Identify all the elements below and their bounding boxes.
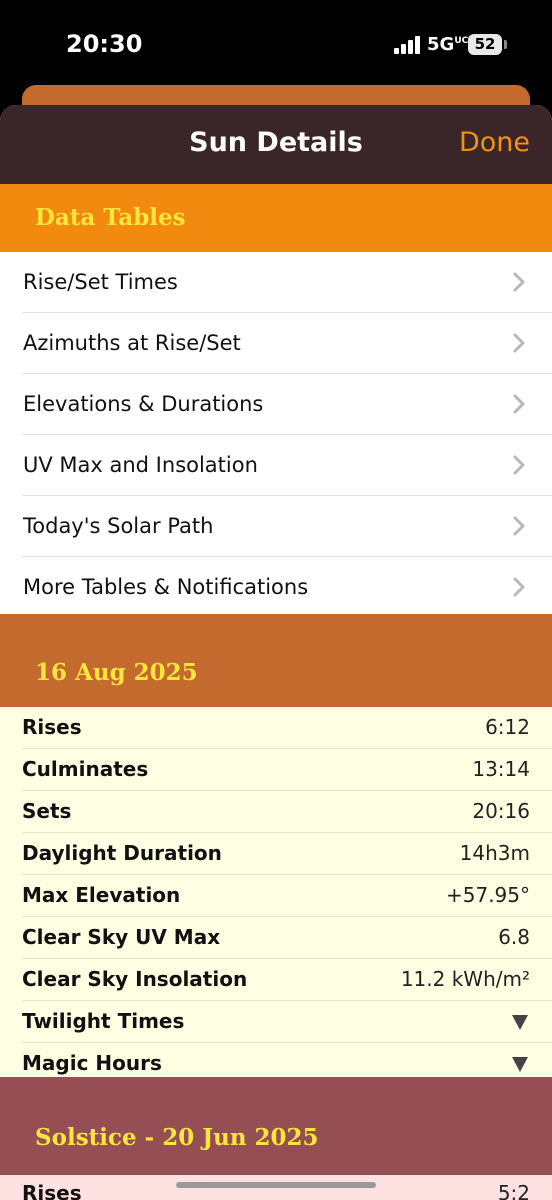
table-row: Sets 20:16 <box>22 791 552 833</box>
table-row: Rises 6:12 <box>22 707 552 749</box>
row-value: +57.95° <box>445 883 530 907</box>
menu-item-label: More Tables & Notifications <box>23 575 309 599</box>
sun-data-table: Rises 6:12 Culminates 13:14 Sets 20:16 D… <box>0 707 552 1077</box>
menu-item-label: Rise/Set Times <box>23 270 178 294</box>
table-row: Culminates 13:14 <box>22 749 552 791</box>
status-time: 20:30 <box>66 30 143 58</box>
row-value: 11.2 kWh/m² <box>400 967 530 991</box>
chevron-right-icon <box>513 394 525 414</box>
row-label: Clear Sky UV Max <box>22 925 221 949</box>
nav-bar: Sun Details Done <box>0 105 552 184</box>
row-label: Twilight Times <box>22 1009 185 1033</box>
table-row: Max Elevation +57.95° <box>22 875 552 917</box>
battery-icon: 52 <box>468 34 502 55</box>
table-row: Clear Sky UV Max 6.8 <box>22 917 552 959</box>
expand-triangle-icon <box>512 1015 528 1030</box>
menu-item-elevations-durations[interactable]: Elevations & Durations <box>22 374 552 435</box>
data-tables-title: Data Tables <box>35 204 186 231</box>
expand-triangle-icon <box>512 1057 528 1072</box>
menu-item-label: Azimuths at Rise/Set <box>23 331 241 355</box>
row-value: 6:12 <box>485 715 530 739</box>
menu-item-label: Elevations & Durations <box>23 392 264 416</box>
menu-item-more-tables[interactable]: More Tables & Notifications <box>22 557 552 617</box>
row-label: Culminates <box>22 757 149 781</box>
twilight-times-row[interactable]: Twilight Times <box>22 1001 552 1043</box>
network-label: 5G <box>427 34 455 55</box>
menu-item-azimuths[interactable]: Azimuths at Rise/Set <box>22 313 552 374</box>
chevron-right-icon <box>513 455 525 475</box>
data-tables-header: Data Tables <box>0 184 552 252</box>
status-bar: 20:30 5GUC 52 <box>0 0 552 90</box>
solstice-header: Solstice - 20 Jun 2025 <box>0 1077 552 1175</box>
row-label: Clear Sky Insolation <box>22 967 248 991</box>
row-label: Rises <box>22 1181 82 1200</box>
row-value: 6.8 <box>498 925 530 949</box>
chevron-right-icon <box>513 272 525 292</box>
row-label: Magic Hours <box>22 1051 162 1075</box>
row-label: Daylight Duration <box>22 841 222 865</box>
chevron-right-icon <box>513 333 525 353</box>
menu-item-uv-insolation[interactable]: UV Max and Insolation <box>22 435 552 496</box>
battery-level: 52 <box>474 35 496 53</box>
menu-item-solar-path[interactable]: Today's Solar Path <box>22 496 552 557</box>
battery-tip <box>504 40 507 49</box>
signal-icon <box>394 36 422 54</box>
network-sup: UC <box>454 36 469 46</box>
row-value: 13:14 <box>472 757 530 781</box>
row-label: Sets <box>22 799 72 823</box>
menu-item-label: UV Max and Insolation <box>23 453 258 477</box>
row-label: Max Elevation <box>22 883 181 907</box>
row-label: Rises <box>22 715 82 739</box>
row-value: 20:16 <box>472 799 530 823</box>
table-row: Daylight Duration 14h3m <box>22 833 552 875</box>
menu-item-rise-set-times[interactable]: Rise/Set Times <box>22 252 552 313</box>
network-indicator: 5GUC <box>427 34 468 55</box>
solstice-title: Solstice - 20 Jun 2025 <box>35 1124 319 1151</box>
chevron-right-icon <box>513 516 525 536</box>
date-title: 16 Aug 2025 <box>35 659 198 686</box>
date-header: 16 Aug 2025 <box>0 614 552 707</box>
row-value: 14h3m <box>459 841 530 865</box>
table-row: Clear Sky Insolation 11.2 kWh/m² <box>22 959 552 1001</box>
done-button[interactable]: Done <box>459 127 530 158</box>
sun-details-sheet: Sun Details Done Data Tables Rise/Set Ti… <box>0 105 552 1200</box>
chevron-right-icon <box>513 577 525 597</box>
row-value: 5:2 <box>497 1181 530 1200</box>
data-tables-list: Rise/Set Times Azimuths at Rise/Set Elev… <box>0 252 552 617</box>
home-indicator[interactable] <box>176 1182 376 1188</box>
menu-item-label: Today's Solar Path <box>23 514 214 538</box>
